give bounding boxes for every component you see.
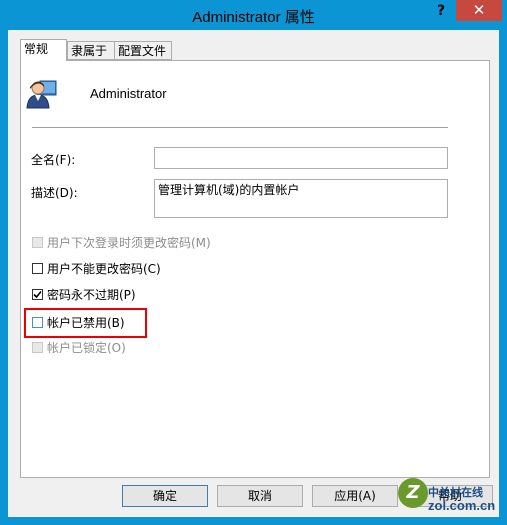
watermark-en: zol.com.cn xyxy=(428,498,496,513)
checkbox-label: 用户下次登录时须更改密码(M) xyxy=(47,235,211,250)
cancel-button[interactable]: 取消 xyxy=(217,485,303,507)
password-never-expires-checkbox[interactable]: 密码永不过期(P) xyxy=(32,286,136,302)
close-button[interactable]: ✕ xyxy=(456,0,502,21)
tab-profile[interactable]: 配置文件 xyxy=(114,41,172,60)
user-icon xyxy=(26,77,58,109)
fullname-field[interactable] xyxy=(154,147,448,169)
zol-logo-icon: Z xyxy=(398,478,428,508)
account-locked-checkbox[interactable]: 帐户已锁定(O) xyxy=(32,339,126,355)
must-change-password-checkbox[interactable]: 用户下次登录时须更改密码(M) xyxy=(32,234,211,250)
checkbox-box[interactable] xyxy=(32,236,43,248)
checkbox-label: 用户不能更改密码(C) xyxy=(47,261,161,276)
fullname-label: 全名(F): xyxy=(31,153,76,167)
separator xyxy=(32,127,448,128)
description-label: 描述(D): xyxy=(31,186,78,200)
description-field[interactable]: 管理计算机(域)的内置帐户 xyxy=(154,179,448,218)
account-name: Administrator xyxy=(90,86,167,101)
apply-button[interactable]: 应用(A) xyxy=(312,485,398,507)
help-icon[interactable]: ? xyxy=(430,3,452,21)
checkbox-box[interactable] xyxy=(32,262,43,274)
cannot-change-password-checkbox[interactable]: 用户不能更改密码(C) xyxy=(32,260,161,276)
ok-button[interactable]: 确定 xyxy=(122,485,208,507)
title-bar[interactable]: Administrator 属性 ? ✕ xyxy=(0,0,507,30)
checkbox-box[interactable] xyxy=(32,341,43,353)
tab-general[interactable]: 常规 xyxy=(20,39,67,61)
check-icon xyxy=(33,290,42,298)
checkbox-label: 密码永不过期(P) xyxy=(47,287,136,302)
checkbox-label: 帐户已锁定(O) xyxy=(47,340,126,355)
properties-window: Administrator 属性 ? ✕ 常规 隶属于 配置文件 Adminis… xyxy=(0,0,507,525)
highlight-box xyxy=(24,308,147,338)
tab-member-of[interactable]: 隶属于 xyxy=(67,41,115,60)
checkbox-box[interactable] xyxy=(32,288,43,300)
dialog-body: 常规 隶属于 配置文件 Administrator 全名(F): 描述(D): … xyxy=(8,30,499,517)
